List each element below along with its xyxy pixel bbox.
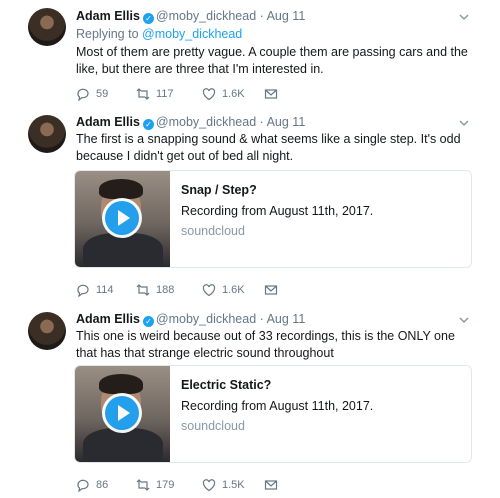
tweet-date[interactable]: Aug 11 [267, 115, 306, 129]
direct-message-button[interactable] [264, 478, 278, 492]
tweet[interactable]: Adam Ellis ✓ @moby_dickhead · Aug 11 This … [0, 306, 500, 498]
reply-button[interactable]: 86 [76, 478, 108, 492]
envelope-icon [264, 285, 278, 295]
tweet-text: Most of them are pretty vague. A couple … [76, 45, 468, 76]
verified-badge-icon: ✓ [142, 13, 154, 24]
reply-count: 59 [96, 88, 109, 100]
separator-dot: · [256, 312, 267, 326]
reply-button[interactable]: 59 [76, 87, 108, 101]
tweet-date[interactable]: Aug 11 [267, 312, 306, 326]
replying-to: Replying to @moby_dickhead [76, 26, 242, 42]
tweet-header: Adam Ellis ✓ @moby_dickhead · Aug 11 [76, 114, 305, 130]
chevron-down-icon[interactable] [458, 117, 470, 129]
card-title: Electric Static? [181, 378, 272, 392]
avatar[interactable] [28, 115, 66, 153]
heart-icon [202, 284, 216, 297]
retweet-button[interactable]: 179 [136, 478, 174, 492]
retweet-icon [136, 284, 150, 296]
card-thumbnail [75, 366, 170, 462]
tweet-header: Adam Ellis ✓ @moby_dickhead · Aug 11 [76, 8, 305, 24]
tweet-header: Adam Ellis ✓ @moby_dickhead · Aug 11 [76, 311, 305, 327]
replying-to-label: Replying to [76, 27, 143, 41]
card-description: Recording from August 11th, 2017. [181, 399, 374, 413]
card-thumbnail [75, 171, 170, 267]
play-button[interactable] [102, 198, 142, 238]
separator-dot: · [256, 9, 267, 23]
retweet-button[interactable]: 188 [136, 283, 174, 297]
retweet-count: 179 [156, 479, 175, 491]
retweet-count: 117 [156, 88, 174, 100]
avatar[interactable] [28, 8, 66, 46]
envelope-icon [264, 480, 278, 490]
reply-button[interactable]: 114 [76, 283, 114, 297]
verified-badge-icon: ✓ [142, 316, 154, 327]
reply-icon [77, 284, 89, 297]
play-icon [118, 405, 130, 421]
retweet-button[interactable]: 117 [136, 87, 174, 101]
author-name[interactable]: Adam Ellis [76, 9, 140, 23]
like-count: 1.6K [222, 88, 245, 100]
play-button[interactable] [102, 393, 142, 433]
retweet-icon [136, 88, 150, 100]
like-button[interactable]: 1.5K [202, 478, 245, 492]
play-icon [118, 210, 130, 226]
tweet-text: This one is weird because out of 33 reco… [76, 329, 455, 360]
like-button[interactable]: 1.6K [202, 283, 245, 297]
author-name[interactable]: Adam Ellis [76, 312, 140, 326]
reply-icon [77, 88, 89, 101]
tweet[interactable]: Adam Ellis ✓ @moby_dickhead · Aug 11 The f… [0, 108, 500, 306]
like-button[interactable]: 1.6K [202, 87, 245, 101]
media-card[interactable]: Electric Static? Recording from August 1… [74, 365, 472, 463]
heart-icon [202, 88, 216, 101]
author-name[interactable]: Adam Ellis [76, 115, 140, 129]
direct-message-button[interactable] [264, 283, 278, 297]
card-description: Recording from August 11th, 2017. [181, 204, 374, 218]
replying-to-handle[interactable]: @moby_dickhead [142, 27, 242, 41]
avatar[interactable] [28, 312, 66, 350]
card-domain: soundcloud [181, 419, 245, 433]
tweet[interactable]: Adam Ellis ✓ @moby_dickhead · Aug 11 Reply… [0, 0, 500, 108]
envelope-icon [264, 89, 278, 99]
tweet-text: The first is a snapping sound & what see… [76, 132, 461, 163]
reply-count: 86 [96, 479, 109, 491]
tweet-date[interactable]: Aug 11 [267, 9, 306, 23]
separator-dot: · [256, 115, 267, 129]
chevron-down-icon[interactable] [458, 314, 470, 326]
heart-icon [202, 479, 216, 492]
retweet-icon [136, 479, 150, 491]
chevron-down-icon[interactable] [458, 11, 470, 23]
author-handle[interactable]: @moby_dickhead [156, 9, 256, 23]
reply-count: 114 [96, 284, 114, 296]
reply-icon [77, 479, 89, 492]
like-count: 1.5K [222, 479, 245, 491]
card-domain: soundcloud [181, 224, 245, 238]
card-title: Snap / Step? [181, 183, 257, 197]
retweet-count: 188 [156, 284, 175, 296]
like-count: 1.6K [222, 284, 245, 296]
author-handle[interactable]: @moby_dickhead [156, 312, 256, 326]
verified-badge-icon: ✓ [142, 119, 154, 130]
direct-message-button[interactable] [264, 87, 278, 101]
author-handle[interactable]: @moby_dickhead [156, 115, 256, 129]
media-card[interactable]: Snap / Step? Recording from August 11th,… [74, 170, 472, 268]
